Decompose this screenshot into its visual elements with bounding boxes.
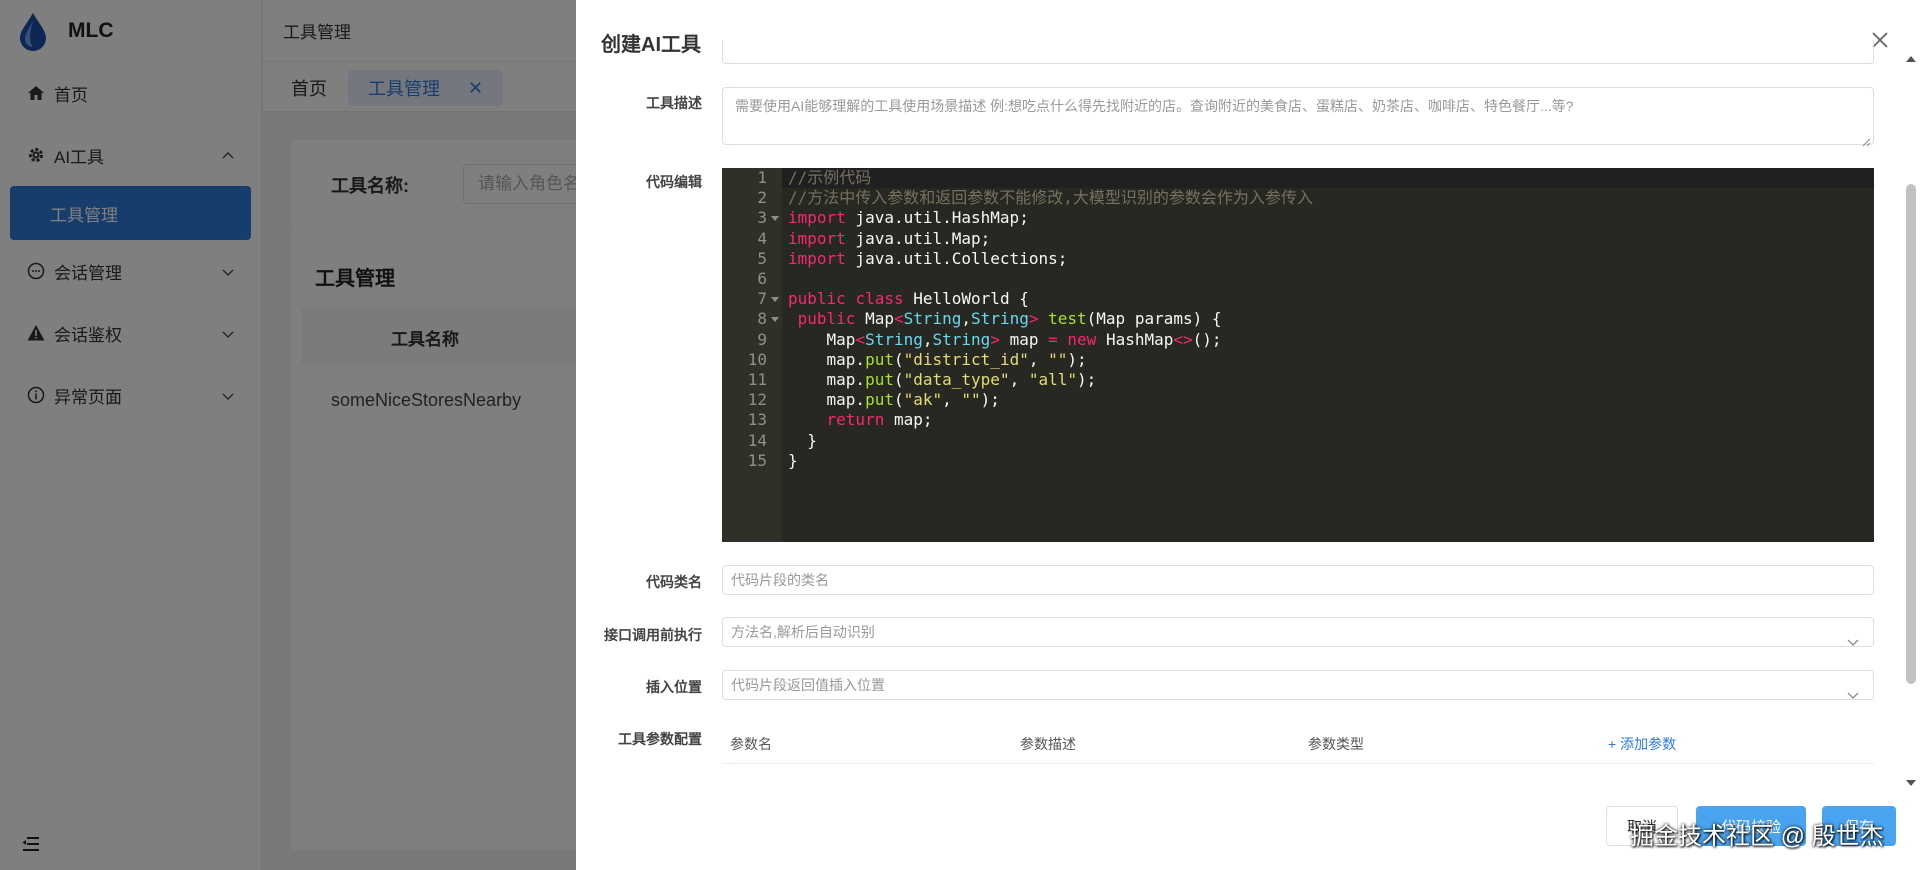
scroll-thumb[interactable] <box>1906 184 1916 684</box>
code-line: return map; <box>826 410 933 430</box>
code-line: //方法中传入参数和返回参数不能修改,大模型识别的参数会作为入参传入 <box>788 188 1313 208</box>
line-number: 5 <box>757 248 767 268</box>
line-number: 12 <box>747 390 767 410</box>
column-header-param-type: 参数类型 <box>1308 736 1364 752</box>
create-tool-drawer: 创建AI工具 工具描述 需要使用AI能够理解的工具使用场景描述 例:想吃点什么得… <box>576 0 1920 870</box>
code-line: public class HelloWorld { <box>788 289 1029 309</box>
line-number: 3 <box>757 208 767 228</box>
watermark: 掘金技术社区 @ 殷世杰 <box>1630 823 1884 850</box>
description-textarea[interactable]: 需要使用AI能够理解的工具使用场景描述 例:想吃点什么得先找附近的店。查询附近的… <box>722 87 1874 147</box>
column-header-param-desc: 参数描述 <box>1020 736 1076 752</box>
tool-name-input[interactable] <box>722 40 1874 64</box>
line-number: 14 <box>747 430 767 450</box>
line-number: 10 <box>747 349 767 369</box>
code-line: } <box>788 450 798 470</box>
line-number: 2 <box>757 188 767 208</box>
line-number: 11 <box>747 370 767 389</box>
code-line: map.put("data_type", "all"); <box>788 370 1097 389</box>
line-number: 7 <box>757 289 767 309</box>
chevron-down-icon <box>1847 628 1859 646</box>
drawer-title: 创建AI工具 <box>601 34 701 56</box>
fold-arrow-icon[interactable] <box>771 317 779 323</box>
before-exec-select[interactable]: 方法名,解析后自动识别 <box>722 617 1874 647</box>
line-number: 1 <box>757 168 767 187</box>
code-line: import java.util.HashMap; <box>788 208 1029 228</box>
active-line-highlight <box>782 168 1874 188</box>
code-label: 代码编辑 <box>646 174 702 190</box>
line-number: 13 <box>747 410 767 430</box>
chevron-down-icon <box>1847 681 1859 699</box>
drawer-scrollbar[interactable] <box>1902 52 1920 790</box>
code-line: } <box>788 430 817 450</box>
description-placeholder: 需要使用AI能够理解的工具使用场景描述 例:想吃点什么得先找附近的店。查询附近的… <box>735 98 1574 114</box>
line-number: 9 <box>757 329 767 349</box>
before-exec-label: 接口调用前执行 <box>604 627 702 643</box>
code-line: Map<String,String> map = new HashMap<>()… <box>788 329 1222 349</box>
line-number: 4 <box>757 228 767 248</box>
code-line: map.put("ak", ""); <box>788 390 1000 410</box>
code-line: import java.util.Collections; <box>788 248 1068 268</box>
resize-grip-icon[interactable] <box>1861 132 1871 147</box>
insert-position-placeholder: 代码片段返回值插入位置 <box>731 677 885 693</box>
params-table: 参数名 参数描述 参数类型 + 添加参数 <box>722 722 1874 764</box>
insert-position-select[interactable]: 代码片段返回值插入位置 <box>722 670 1874 700</box>
class-name-placeholder: 代码片段的类名 <box>731 572 829 588</box>
column-header-param-name: 参数名 <box>730 736 772 752</box>
line-number: 8 <box>757 309 767 329</box>
fold-arrow-icon[interactable] <box>771 297 779 303</box>
code-line: map.put("district_id", ""); <box>788 349 1087 369</box>
before-exec-placeholder: 方法名,解析后自动识别 <box>731 624 875 640</box>
scroll-up-icon[interactable] <box>1906 56 1916 62</box>
description-label: 工具描述 <box>646 95 702 111</box>
add-param-button[interactable]: + 添加参数 <box>1608 734 1676 754</box>
code-line: import java.util.Map; <box>788 228 991 248</box>
class-name-label: 代码类名 <box>646 574 702 590</box>
code-editor[interactable]: 1 //示例代码 2 //方法中传入参数和返回参数不能修改,大模型识别的参数会作为入参… <box>722 168 1874 542</box>
scroll-down-icon[interactable] <box>1906 780 1916 786</box>
params-config-label: 工具参数配置 <box>618 731 702 747</box>
fold-arrow-icon[interactable] <box>771 216 779 222</box>
line-number: 6 <box>757 269 767 288</box>
insert-position-label: 插入位置 <box>646 679 702 695</box>
line-number: 15 <box>747 450 767 470</box>
class-name-input[interactable]: 代码片段的类名 <box>722 565 1874 595</box>
code-line: //示例代码 <box>788 168 872 187</box>
code-line: public Map<String,String> test(Map param… <box>797 309 1222 329</box>
